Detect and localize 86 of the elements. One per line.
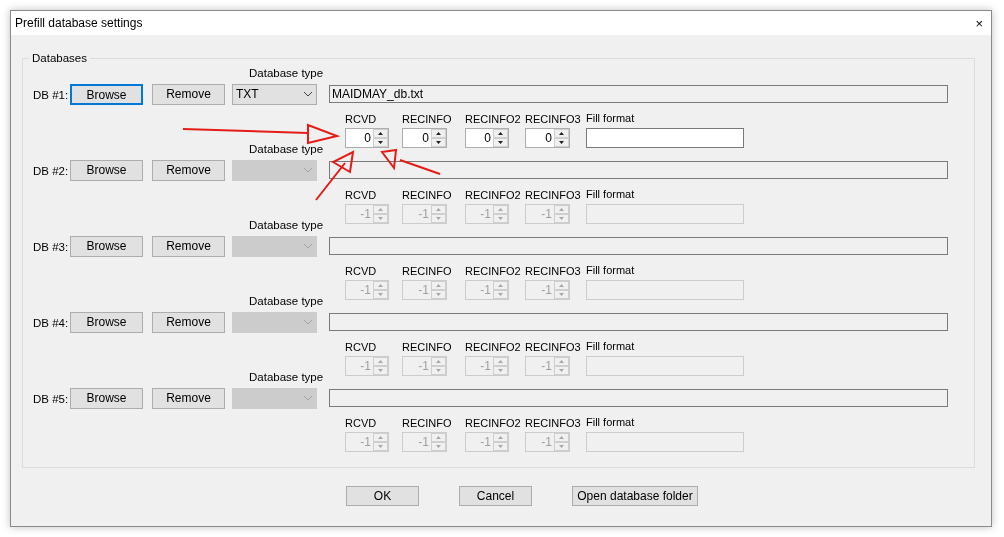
spinner-value: -1 xyxy=(359,206,372,223)
remove-button[interactable]: Remove xyxy=(152,83,225,105)
db-label: DB #5: xyxy=(33,393,69,405)
spinner-value: -1 xyxy=(359,282,372,299)
field-label: RCVD xyxy=(345,417,377,429)
field-label: RECINFO xyxy=(402,113,452,125)
field-label: RECINFO xyxy=(402,265,452,277)
dropdown-value: TXT xyxy=(236,86,259,103)
field-label: RCVD xyxy=(345,113,377,125)
field-label: RCVD xyxy=(345,189,377,201)
field-label: RECINFO3 xyxy=(525,417,581,429)
spinner-value: 0 xyxy=(363,130,372,147)
browse-button[interactable]: Browse xyxy=(70,83,143,105)
field-label: RECINFO2 xyxy=(465,417,521,429)
chevron-down-icon xyxy=(303,319,313,325)
database-path-field[interactable]: MAIDMAY_db.txt xyxy=(329,85,948,103)
spinner-value: -1 xyxy=(479,282,492,299)
spinner-value: 0 xyxy=(483,130,492,147)
window-title: Prefill database settings xyxy=(15,15,143,32)
database-type-label: Database type xyxy=(249,370,324,384)
spin-arrows-icon[interactable] xyxy=(431,129,446,147)
fill-format-label: Fill format xyxy=(586,263,635,277)
spinner-value: -1 xyxy=(359,358,372,375)
database-type-dropdown[interactable]: TXT xyxy=(232,83,317,105)
fill-format-label: Fill format xyxy=(586,111,635,125)
field-label: RECINFO3 xyxy=(525,113,581,125)
dialog-button[interactable]: Open database folder xyxy=(572,486,698,506)
spin-arrows-icon[interactable] xyxy=(373,129,388,147)
field-label: RECINFO2 xyxy=(465,113,521,125)
database-type-label: Database type xyxy=(249,218,324,232)
db-label: DB #1: xyxy=(33,89,69,101)
number-spinner[interactable]: 0 xyxy=(345,128,389,148)
number-spinner[interactable]: 0 xyxy=(402,128,447,148)
field-label: RCVD xyxy=(345,265,377,277)
database-type-label: Database type xyxy=(249,142,324,156)
db-label: DB #2: xyxy=(33,165,69,177)
db-label: DB #4: xyxy=(33,317,69,329)
spin-arrows-icon[interactable] xyxy=(493,129,508,147)
chevron-down-icon xyxy=(303,167,313,173)
spinner-value: 0 xyxy=(544,130,553,147)
number-spinner[interactable]: 0 xyxy=(465,128,509,148)
chevron-down-icon xyxy=(303,395,313,401)
spinner-value: 0 xyxy=(421,130,430,147)
spinner-value: -1 xyxy=(417,358,430,375)
chevron-down-icon xyxy=(303,243,313,249)
spinner-value: -1 xyxy=(359,434,372,451)
database-type-label: Database type xyxy=(249,66,324,80)
field-label: RECINFO xyxy=(402,341,452,353)
field-label: RECINFO xyxy=(402,417,452,429)
field-label: RECINFO3 xyxy=(525,189,581,201)
spinner-value: -1 xyxy=(479,358,492,375)
database-path-field[interactable] xyxy=(329,389,948,407)
database-path-field[interactable] xyxy=(329,313,948,331)
spinner-value: -1 xyxy=(540,282,553,299)
database-path-field[interactable] xyxy=(329,237,948,255)
db-label: DB #3: xyxy=(33,241,69,253)
field-label: RCVD xyxy=(345,341,377,353)
dialog-button[interactable]: OK xyxy=(346,486,419,506)
spinner-value: -1 xyxy=(540,434,553,451)
group-title: Databases xyxy=(29,51,90,65)
spinner-value: -1 xyxy=(417,434,430,451)
spinner-value: -1 xyxy=(540,358,553,375)
fill-format-field[interactable] xyxy=(586,128,744,148)
annotation-arrow xyxy=(380,148,441,175)
chevron-down-icon xyxy=(303,91,313,97)
field-label: RECINFO2 xyxy=(465,189,521,201)
field-label: RECINFO xyxy=(402,189,452,201)
field-label: RECINFO3 xyxy=(525,341,581,353)
fill-format-label: Fill format xyxy=(586,339,635,353)
number-spinner[interactable]: 0 xyxy=(525,128,570,148)
field-label: RECINFO3 xyxy=(525,265,581,277)
spinner-value: -1 xyxy=(417,282,430,299)
field-label: RECINFO2 xyxy=(465,265,521,277)
spinner-value: -1 xyxy=(417,206,430,223)
fill-format-label: Fill format xyxy=(586,415,635,429)
path-text: MAIDMAY_db.txt xyxy=(332,86,424,103)
database-path-field[interactable] xyxy=(329,161,948,179)
spinner-value: -1 xyxy=(540,206,553,223)
close-button[interactable]: × xyxy=(975,16,983,30)
database-type-label: Database type xyxy=(249,294,324,308)
field-label: RECINFO2 xyxy=(465,341,521,353)
spin-arrows-icon[interactable] xyxy=(554,129,569,147)
spinner-value: -1 xyxy=(479,434,492,451)
spinner-value: -1 xyxy=(479,206,492,223)
fill-format-label: Fill format xyxy=(586,187,635,201)
dialog-button[interactable]: Cancel xyxy=(459,486,532,506)
